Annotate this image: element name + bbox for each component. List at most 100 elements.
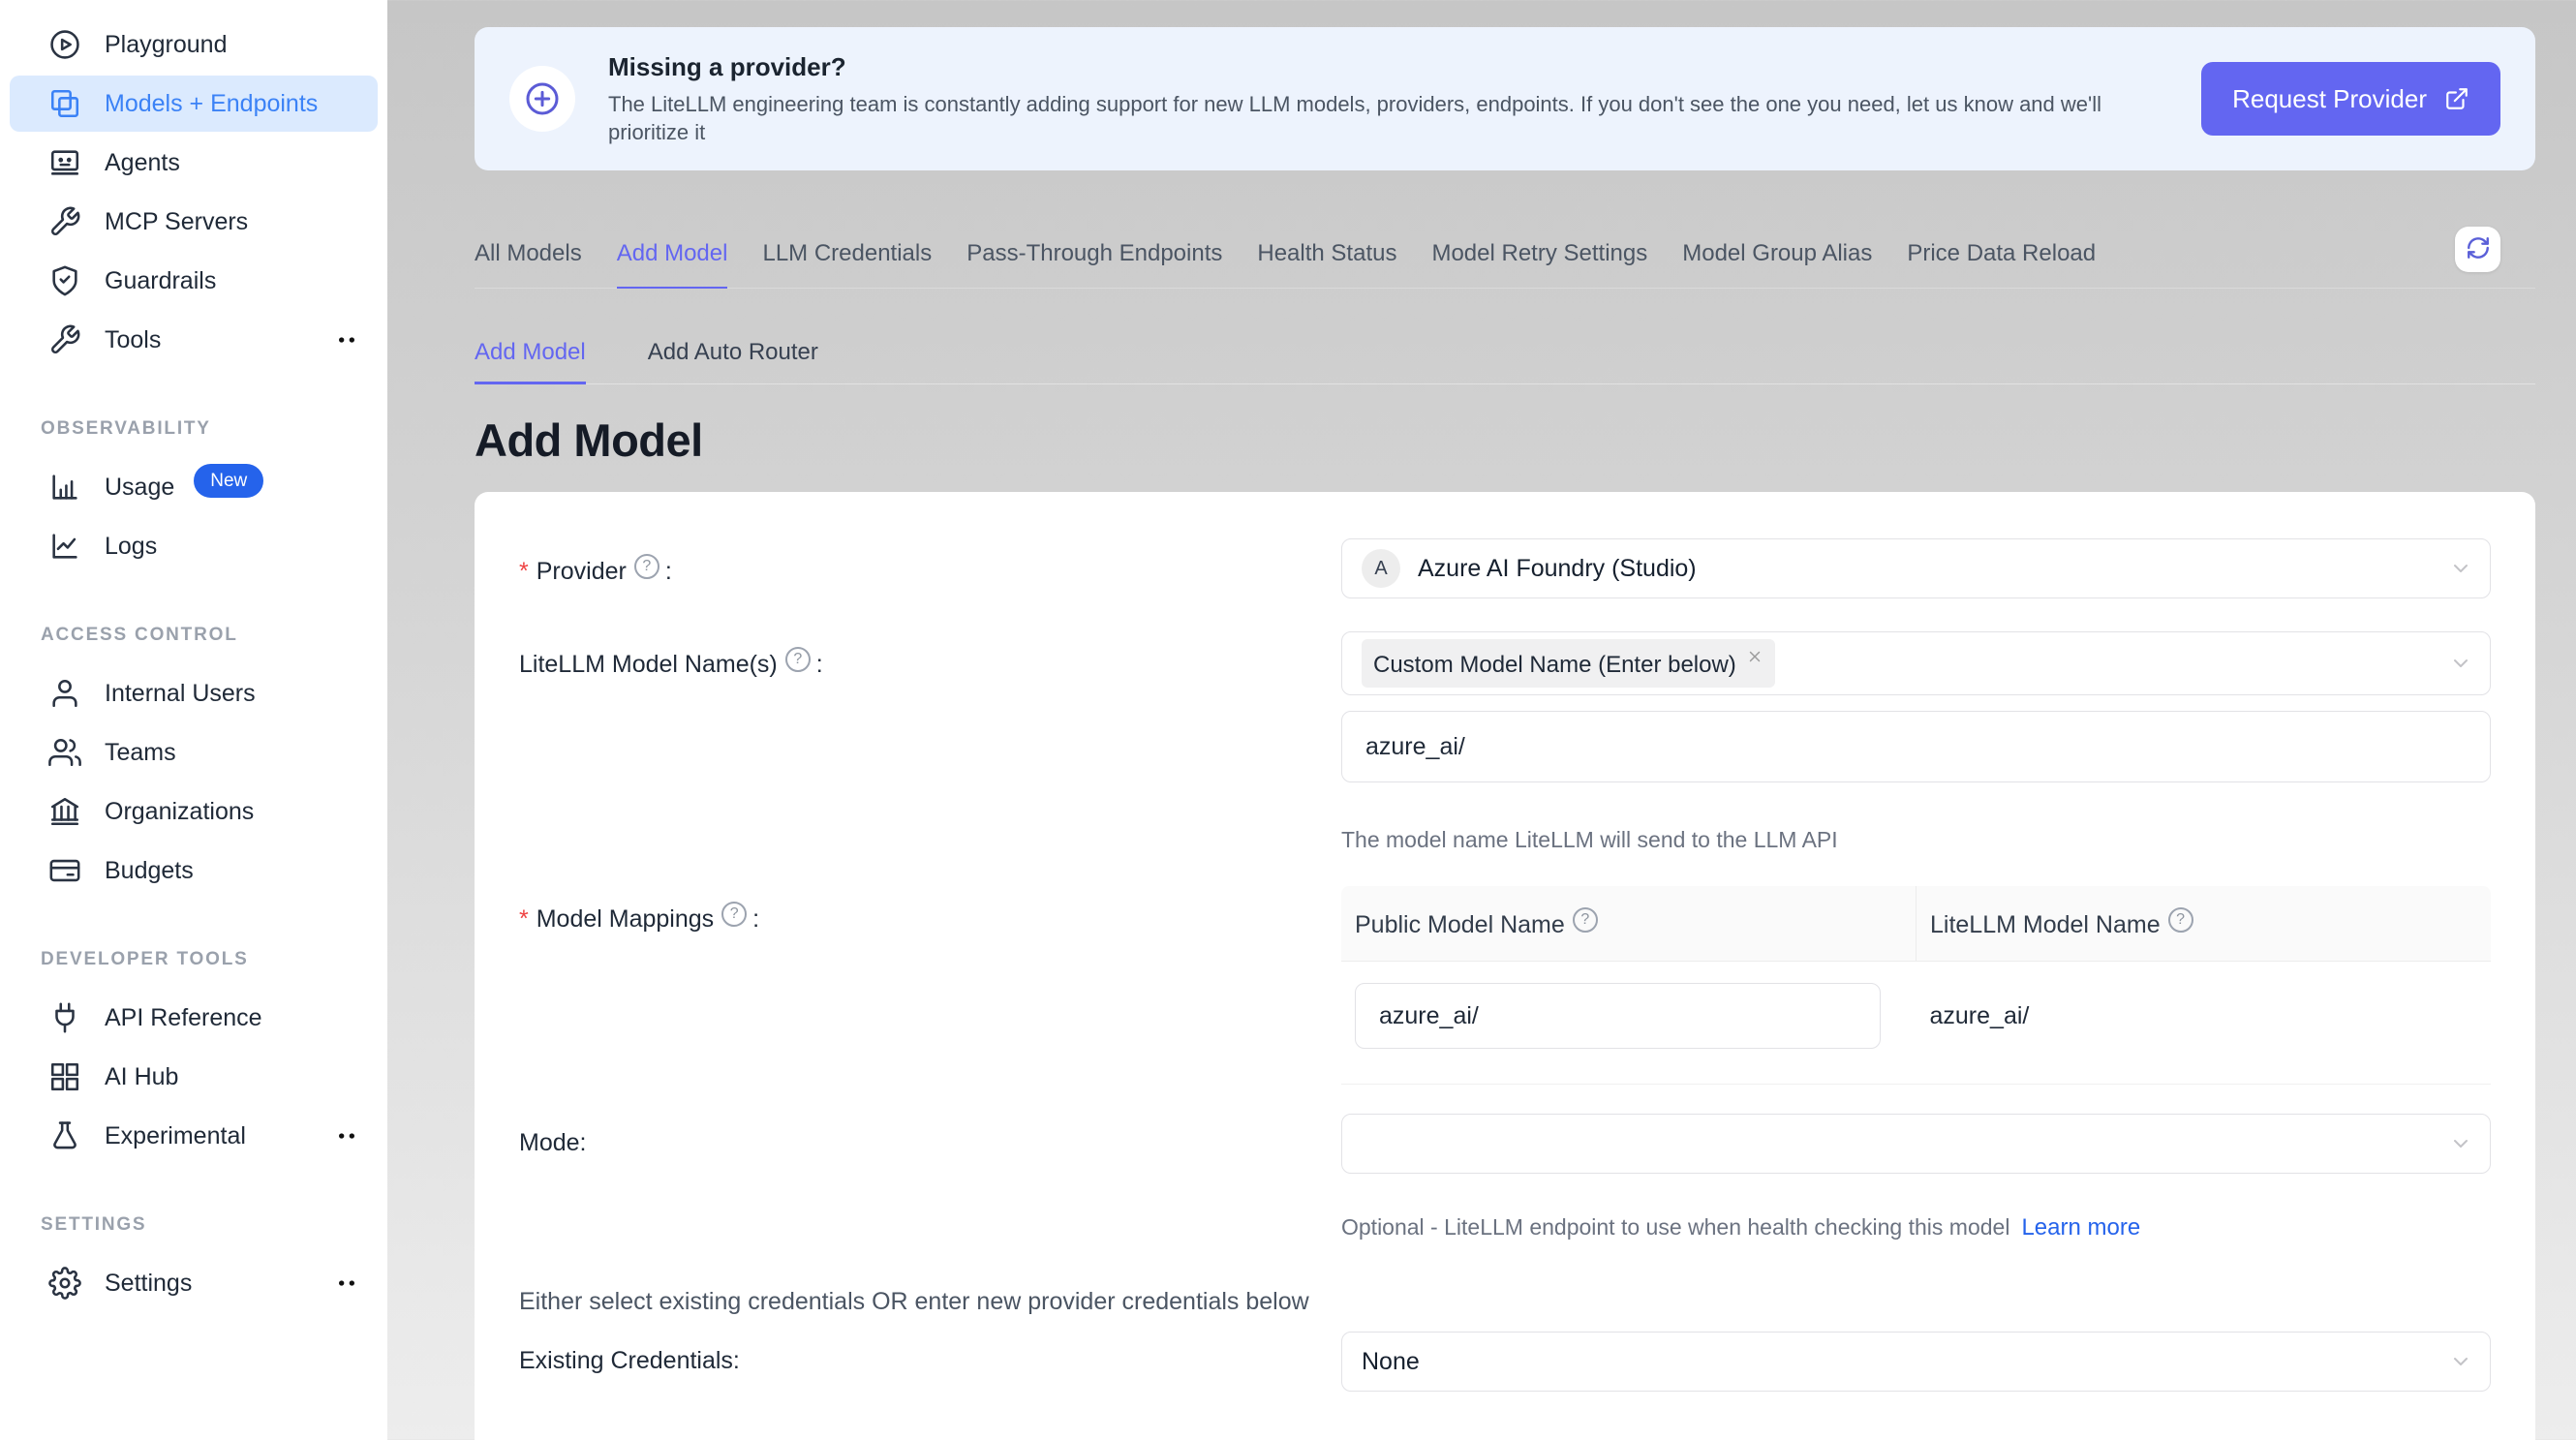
sidebar-item-guardrails[interactable]: Guardrails [10,253,378,309]
tab-add-model[interactable]: Add Model [617,240,728,289]
sidebar-item-mcp-servers[interactable]: MCP Servers [10,194,378,250]
custom-model-name-input[interactable] [1341,711,2491,782]
litellm-model-names-row: LiteLLM Model Name(s)?: Custom Model Nam… [519,631,2491,853]
refresh-button[interactable] [2455,227,2500,272]
sidebar-item-label: Logs [105,533,157,561]
sidebar-item-label: Organizations [105,798,254,826]
sidebar-section-observability: OBSERVABILITY [41,418,387,440]
model-name-tag: Custom Model Name (Enter below) [1362,639,1775,688]
gear-icon [48,1267,81,1300]
sidebar-item-api-reference[interactable]: API Reference [10,990,378,1046]
existing-credentials-label: Existing Credentials: [519,1332,1341,1375]
model-mappings-table: Public Model Name? LiteLLM Model Name? a… [1341,886,2491,1085]
tab-llm-credentials[interactable]: LLM Credentials [762,240,932,288]
litellm-model-names-multiselect[interactable]: Custom Model Name (Enter below) [1341,631,2491,695]
sidebar-section-access-control: ACCESS CONTROL [41,625,387,646]
mode-select[interactable] [1341,1114,2491,1174]
sidebar-item-label: AI Hub [105,1063,178,1091]
sidebar-item-label: API Reference [105,1004,262,1032]
tab-health-status[interactable]: Health Status [1257,240,1396,288]
litellm-model-name-value: azure_ai/ [1917,1002,2492,1030]
sidebar-item-label: MCP Servers [105,208,248,236]
sidebar-item-ai-hub[interactable]: AI Hub [10,1049,378,1105]
wrench-icon [48,205,81,238]
play-circle-icon [48,28,81,61]
provider-avatar: A [1362,549,1400,588]
subtab-add-model[interactable]: Add Model [475,339,586,384]
more-options-icon[interactable] [331,1120,362,1151]
sidebar-item-budgets[interactable]: Budgets [10,843,378,899]
tab-bar: All Models Add Model LLM Credentials Pas… [475,240,2535,289]
tab-model-group-alias[interactable]: Model Group Alias [1682,240,1872,288]
sidebar-item-playground[interactable]: Playground [10,16,378,73]
shield-check-icon [48,264,81,297]
plug-icon [48,1001,81,1034]
tab-model-retry-settings[interactable]: Model Retry Settings [1431,240,1647,288]
or-label: OR [1487,1436,1523,1440]
tab-pass-through-endpoints[interactable]: Pass-Through Endpoints [966,240,1222,288]
sidebar-item-organizations[interactable]: Organizations [10,783,378,840]
learn-more-link[interactable]: Learn more [2021,1214,2140,1241]
provider-label: *Provider?: [519,538,1341,586]
existing-credentials-select[interactable]: None [1341,1332,2491,1392]
chevron-down-icon [2449,652,2472,675]
chevron-down-icon [2449,1350,2472,1373]
sidebar-item-label: Agents [105,149,180,177]
models-icon [48,87,81,120]
model-name-helper: The model name LiteLLM will send to the … [1341,827,2491,853]
banner-title: Missing a provider? [608,52,2187,82]
sidebar-item-label: Experimental [105,1122,246,1150]
request-provider-button[interactable]: Request Provider [2201,62,2500,136]
sidebar-item-experimental[interactable]: Experimental [10,1108,378,1164]
sidebar-section-developer-tools: DEVELOPER TOOLS [41,949,387,970]
sidebar-item-logs[interactable]: Logs [10,518,378,574]
tab-all-models[interactable]: All Models [475,240,582,288]
agent-icon [48,146,81,179]
public-model-name-header: Public Model Name? [1341,886,1917,961]
mode-label: Mode: [519,1114,1341,1157]
required-mark: * [519,558,529,585]
model-mappings-label: *Model Mappings?: [519,886,1341,934]
grid-icon [48,1060,81,1093]
help-icon[interactable]: ? [1573,907,1598,933]
sidebar-item-models-endpoints[interactable]: Models + Endpoints [10,76,378,132]
model-mappings-row: *Model Mappings?: Public Model Name? Lit… [519,886,2491,1085]
mode-helper: Optional - LiteLLM endpoint to use when … [1341,1214,2491,1241]
existing-credentials-value: None [1362,1348,1420,1376]
sidebar-item-agents[interactable]: Agents [10,135,378,191]
sidebar-nav: Playground Models + Endpoints Agents MCP… [0,16,387,1311]
banner-texts: Missing a provider? The LiteLLM engineer… [608,52,2187,146]
sidebar-item-label: Usage [105,474,174,502]
help-icon[interactable]: ? [2168,907,2193,933]
sidebar-item-internal-users[interactable]: Internal Users [10,665,378,721]
more-options-icon[interactable] [331,324,362,355]
sidebar-item-label: Models + Endpoints [105,90,318,118]
subtab-bar: Add Model Add Auto Router [475,339,2535,384]
provider-banner: Missing a provider? The LiteLLM engineer… [475,27,2535,170]
sidebar-item-tools[interactable]: Tools [10,312,378,368]
mode-row: Mode: Optional - LiteLLM endpoint to use… [519,1114,2491,1241]
credentials-note: Either select existing credentials OR en… [519,1288,2491,1316]
new-badge: New [194,464,263,498]
tab-price-data-reload[interactable]: Price Data Reload [1907,240,2096,288]
sidebar-item-teams[interactable]: Teams [10,724,378,781]
help-icon[interactable]: ? [634,554,659,579]
help-icon[interactable]: ? [721,902,747,927]
public-model-name-input[interactable] [1355,983,1881,1049]
refresh-icon [2466,235,2491,263]
sidebar-item-usage[interactable]: Usage New [10,459,378,515]
chevron-down-icon [2449,1132,2472,1155]
help-icon[interactable]: ? [785,647,811,672]
provider-select[interactable]: A Azure AI Foundry (Studio) [1341,538,2491,598]
or-divider: OR [519,1436,2491,1440]
more-options-icon[interactable] [331,1268,362,1299]
request-provider-label: Request Provider [2232,84,2427,114]
bar-chart-icon [48,471,81,504]
sidebar-item-label: Settings [105,1270,192,1298]
main-content: Missing a provider? The LiteLLM engineer… [387,0,2576,1440]
plus-circle-icon [509,66,575,132]
remove-tag-icon[interactable] [1746,648,1763,679]
sidebar-item-label: Guardrails [105,267,216,295]
sidebar-item-settings[interactable]: Settings [10,1255,378,1311]
subtab-add-auto-router[interactable]: Add Auto Router [648,339,818,383]
